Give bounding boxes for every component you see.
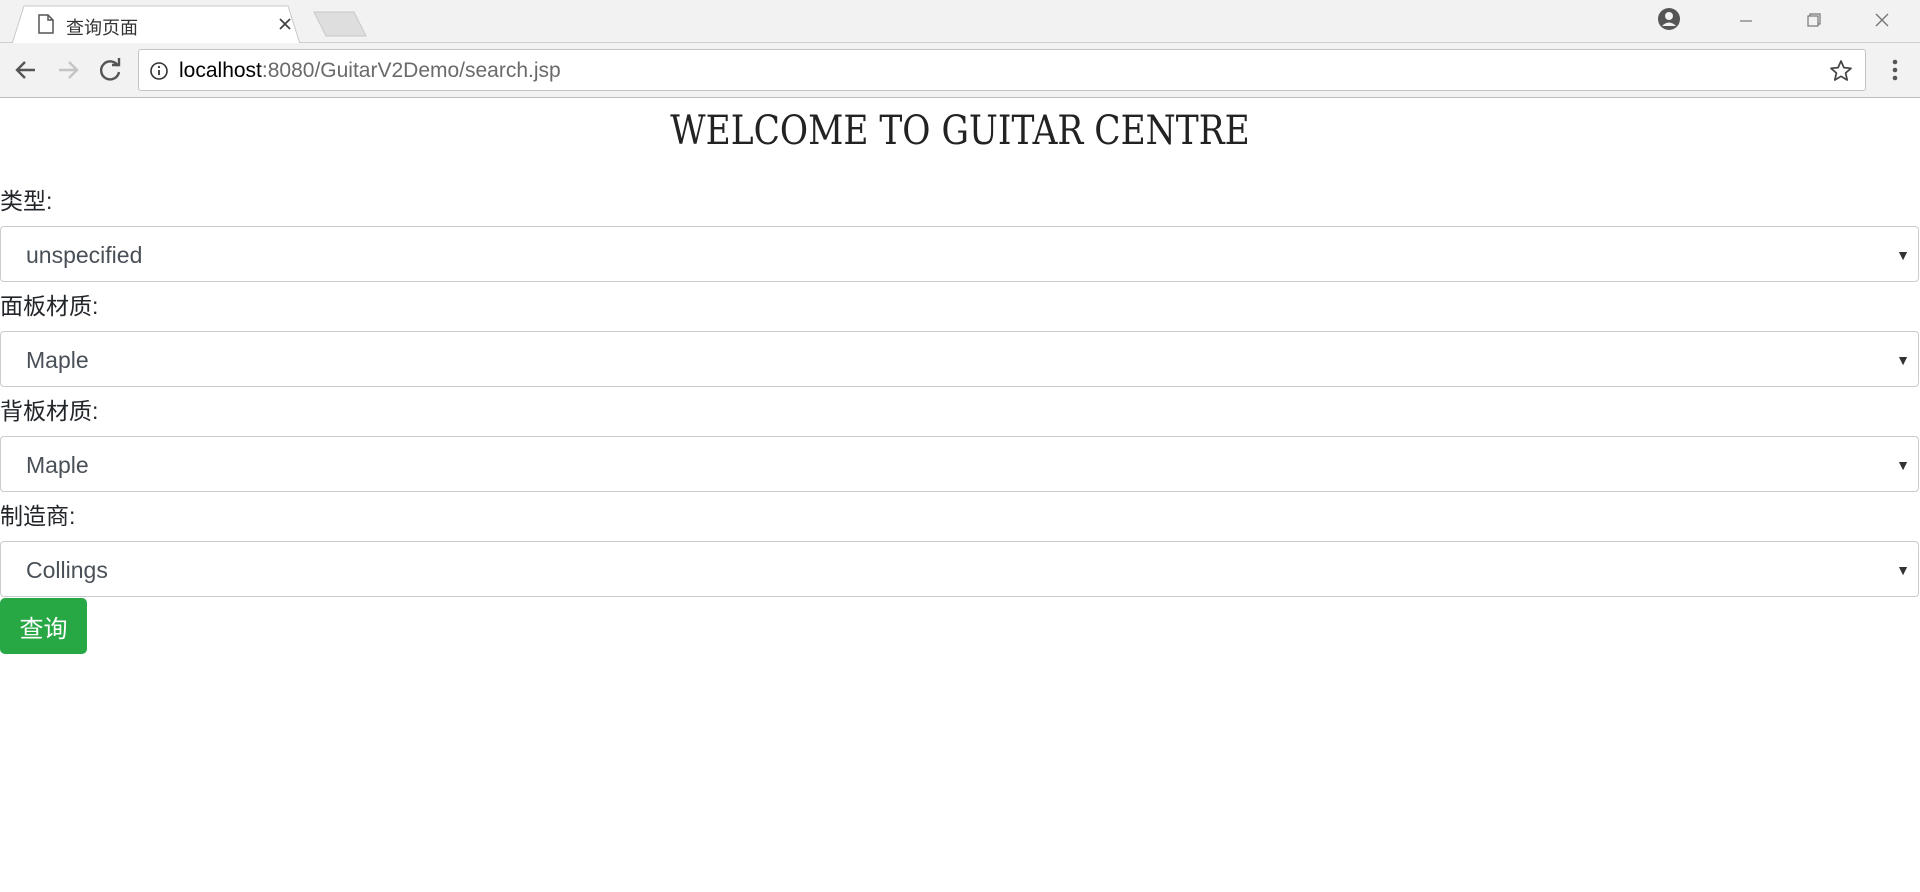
top-wood-select-value: Maple	[26, 347, 89, 373]
new-tab-button[interactable]	[312, 11, 368, 37]
toolbar: localhost:8080/GuitarV2Demo/search.jsp	[0, 43, 1920, 98]
builder-select-value: Collings	[26, 557, 108, 583]
type-select-value: unspecified	[26, 242, 143, 268]
chevron-down-icon: ▼	[1896, 457, 1910, 473]
chevron-down-icon: ▼	[1896, 352, 1910, 368]
profile-icon[interactable]	[1656, 6, 1682, 32]
forward-icon[interactable]	[52, 54, 84, 86]
back-wood-select-value: Maple	[26, 452, 89, 478]
info-icon[interactable]	[149, 61, 169, 81]
type-label: 类型:	[0, 188, 53, 214]
url-host: localhost	[179, 59, 262, 82]
minimize-icon[interactable]	[1728, 6, 1764, 34]
top-wood-select[interactable]: Maple ▼	[0, 331, 1919, 387]
tab-shape	[12, 5, 300, 44]
page-title: WELCOME TO GUITAR CENTRE	[670, 108, 1250, 154]
title-bar: 查询页面	[0, 0, 1920, 44]
browser-tab[interactable]: 查询页面	[12, 5, 300, 44]
chevron-down-icon: ▼	[1896, 247, 1910, 263]
back-wood-label: 背板材质:	[0, 398, 99, 424]
url-path: :8080/GuitarV2Demo/search.jsp	[261, 59, 561, 82]
search-button[interactable]: 查询	[0, 598, 87, 654]
chevron-down-icon: ▼	[1896, 562, 1910, 578]
star-icon[interactable]	[1829, 59, 1853, 83]
builder-select[interactable]: Collings ▼	[0, 541, 1919, 597]
address-bar[interactable]: localhost:8080/GuitarV2Demo/search.jsp	[138, 49, 1866, 91]
restore-icon[interactable]	[1796, 6, 1832, 34]
menu-icon[interactable]	[1880, 54, 1910, 86]
back-wood-select[interactable]: Maple ▼	[0, 436, 1919, 492]
close-icon[interactable]	[276, 15, 294, 33]
reload-icon[interactable]	[94, 54, 126, 86]
top-wood-label: 面板材质:	[0, 293, 99, 319]
type-select[interactable]: unspecified ▼	[0, 226, 1919, 282]
back-icon[interactable]	[10, 54, 42, 86]
page-content: WELCOME TO GUITAR CENTRE 类型: unspecified…	[0, 98, 1920, 892]
tab-title: 查询页面	[66, 18, 138, 38]
url-text[interactable]: localhost:8080/GuitarV2Demo/search.jsp	[179, 59, 561, 83]
window-close-icon[interactable]	[1864, 6, 1900, 34]
builder-label: 制造商:	[0, 503, 76, 529]
page-icon	[38, 14, 54, 34]
